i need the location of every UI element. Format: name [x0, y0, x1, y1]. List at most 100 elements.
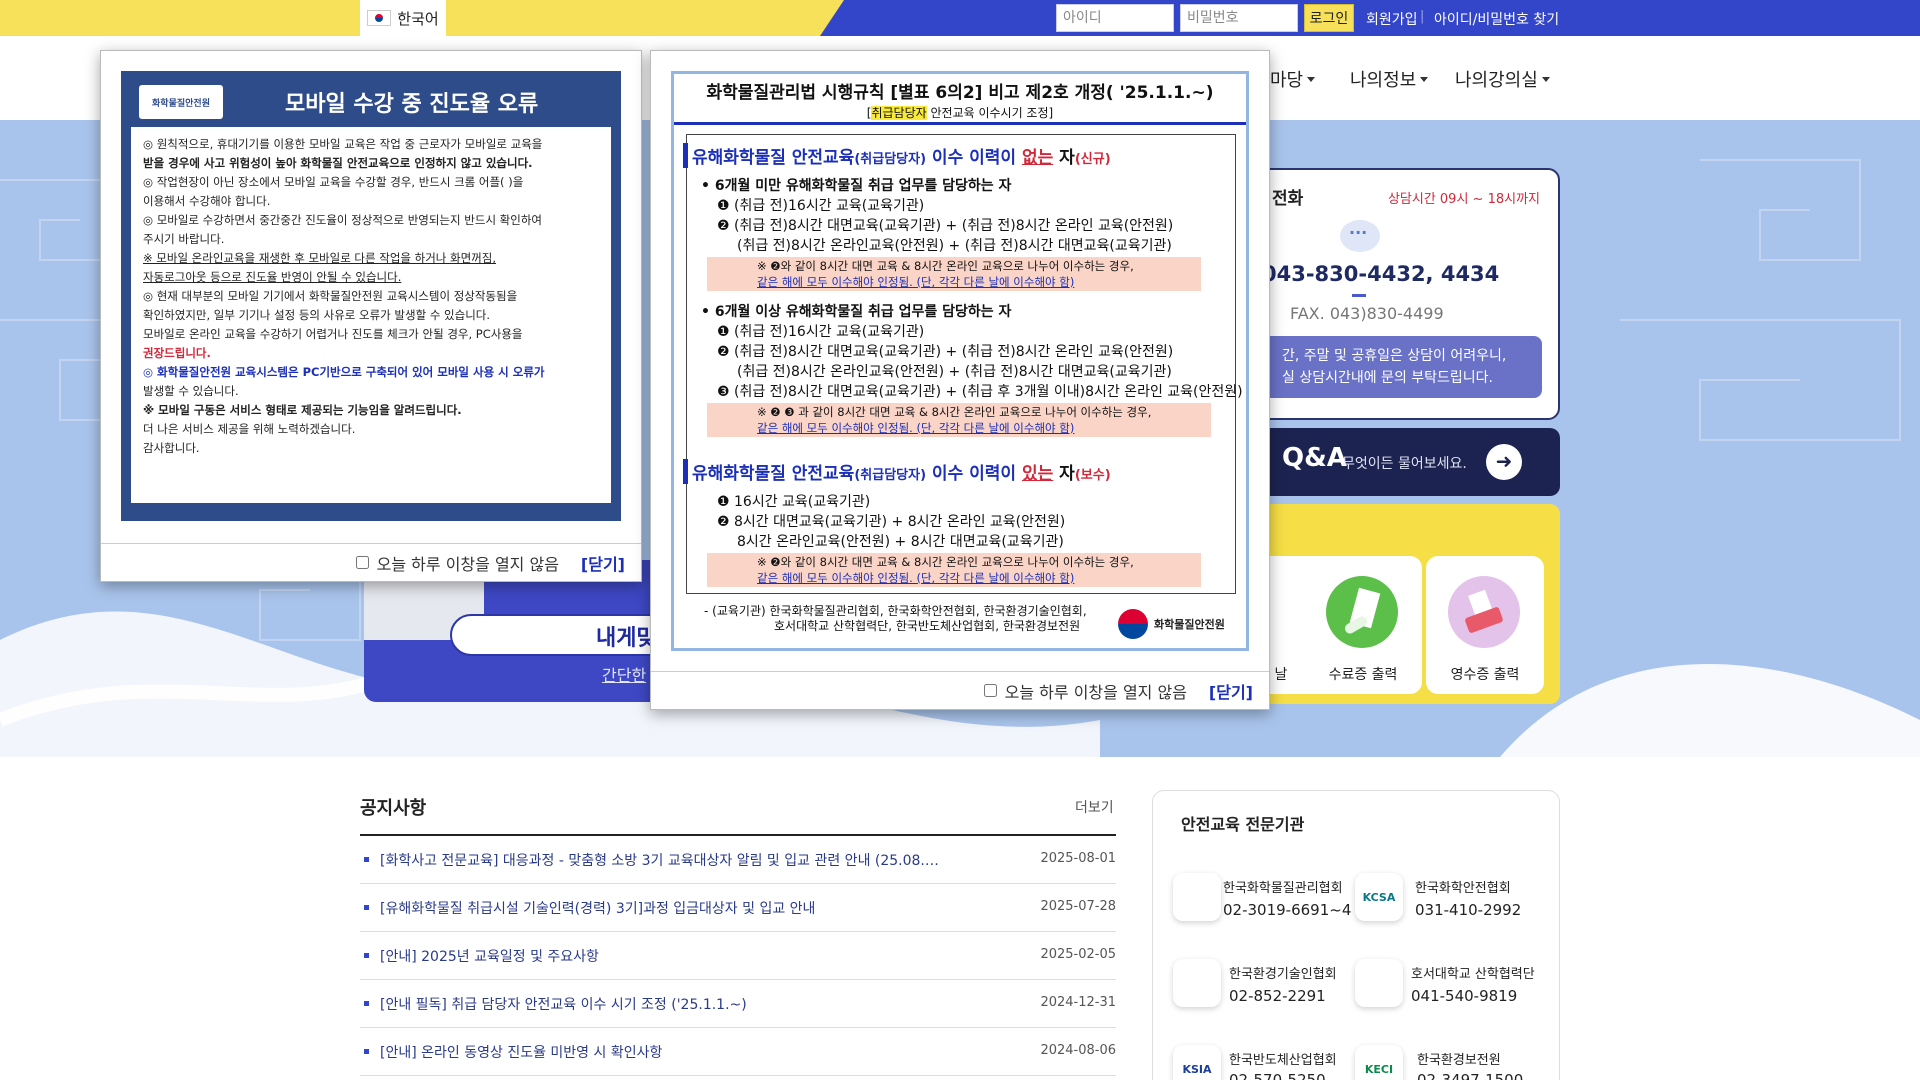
agency-logo-text: 화학물질안전원	[1154, 618, 1225, 631]
popup-subtitle: [취급담당자 안전교육 이수시기 조정]	[674, 104, 1246, 121]
notice-text[interactable]: [유해화학물질 취급시설 기술인력(경력) 3기]과정 입금대상자 및 입교 안…	[380, 898, 970, 918]
popup-line: 발생할 수 있습니다.	[143, 384, 239, 398]
institutions-title: 안전교육 전문기관	[1181, 815, 1305, 834]
institutions-line: - (교육기관) 한국화학물질관리협회, 한국화학안전협회, 한국환경기술인협회…	[704, 604, 1087, 618]
institution-logo[interactable]: KSIA	[1173, 1045, 1221, 1080]
password-input[interactable]	[1180, 4, 1298, 32]
popup-education-schedule: 화학물질관리법 시행규칙 [별표 6의2] 비고 제2호 개정( '25.1.1…	[650, 50, 1270, 710]
quick-item-receipt[interactable]: 영수증 출력	[1426, 556, 1544, 694]
consult-card: 전화 상담시간 09시 ~ 18시까지 043-830-4432, 4434 F…	[1230, 168, 1560, 420]
quick-label: 수료증 출력	[1328, 667, 1398, 683]
note-line: 같은 해에 모두 이수해야 인정됨. (단, 각각 다른 날에 이수해야 함)	[757, 571, 1075, 585]
arrow-right-icon[interactable]: ➜	[1486, 444, 1522, 480]
popup-line: 더 나은 서비스 제공을 위해 노력하겠습니다.	[143, 422, 356, 436]
language-label: 한국어	[397, 9, 439, 28]
dont-show-checkbox[interactable]	[983, 684, 997, 697]
popup-header: 화학물질안전원 모바일 수강 중 진도율 오류	[131, 81, 611, 123]
popup-line: 권장드립니다.	[143, 346, 211, 360]
popup-line: ◎ 현재 대부분의 모바일 기기에서 화학물질안전원 교육시스템이 정상작동됨을	[143, 289, 518, 303]
bullet-icon	[364, 1049, 369, 1054]
popup-line: 감사합니다.	[143, 441, 200, 455]
nav-item-board[interactable]: 마당	[1270, 66, 1316, 92]
institution-name: 한국화학안전협회	[1415, 881, 1511, 896]
signup-link[interactable]: 회원가입	[1366, 9, 1418, 29]
institution-logo[interactable]	[1173, 873, 1221, 921]
dont-show-checkbox[interactable]	[355, 556, 369, 569]
popup-line: ◎ 작업현장이 아닌 장소에서 모바일 교육을 수강할 경우, 반드시 크롬 어…	[143, 175, 524, 189]
find-account-link[interactable]: 아이디/비밀번호 찾기	[1434, 9, 1559, 29]
institution-logo[interactable]: KCSA	[1355, 873, 1403, 921]
qna-card[interactable]: Q&A 무엇이든 물어보세요. ➜	[1230, 428, 1560, 496]
institution-name: 한국환경보전원	[1417, 1053, 1501, 1068]
nav-item-my-classroom[interactable]: 나의강의실	[1455, 66, 1550, 92]
institution-name: 한국화학물질관리협회	[1223, 881, 1343, 896]
list-item[interactable]: [안내] 2025년 교육일정 및 주요사항 2025-02-05	[360, 932, 1116, 980]
institution-logo[interactable]	[1355, 959, 1403, 1007]
heading-part: 없는	[1021, 148, 1054, 168]
consult-hours: 상담시간 09시 ~ 18시까지	[1387, 192, 1540, 207]
chevron-down-icon	[1541, 76, 1550, 82]
close-button[interactable]: [닫기]	[581, 551, 625, 575]
close-button[interactable]: [닫기]	[1209, 679, 1253, 703]
notice-text[interactable]: [안내 필독] 취급 담당자 안전교육 이수 시기 조정 ('25.1.1.~)	[380, 994, 970, 1014]
chat-bubble-icon	[1340, 220, 1380, 252]
list-item[interactable]: [안내 필독] 취급 담당자 안전교육 이수 시기 조정 ('25.1.1.~)…	[360, 980, 1116, 1028]
section-heading-renewal: 유해화학물질 안전교육(취급담당자) 이수 이력이 있는 자(보수)	[683, 459, 1111, 484]
criteria-line: (취급 전)8시간 온라인교육(안전원) + (취급 전)8시간 대면교육(교육…	[737, 364, 1172, 380]
note-line: ※ ❷와 같이 8시간 대면 교육 & 8시간 온라인 교육으로 나누어 이수하…	[757, 259, 1134, 273]
certificate-icon	[1326, 576, 1398, 648]
institutions-list: - (교육기관) 한국화학물질관리협회, 한국화학안전협회, 한국환경기술인협회…	[704, 604, 1087, 634]
language-selector[interactable]: 한국어	[360, 0, 446, 36]
institution-logo[interactable]	[1173, 959, 1221, 1007]
top-separator: |	[1420, 9, 1425, 24]
popup-line: 주시기 바랍니다.	[143, 232, 225, 246]
institution-tel: 031-410-2992	[1415, 901, 1522, 919]
custom-search-sub[interactable]: 간단한	[602, 662, 646, 686]
chevron-down-icon	[1420, 76, 1429, 82]
popup-line: 확인하였지만, 일부 기기나 설정 등의 사유로 오류가 발생할 수 있습니다.	[143, 308, 491, 322]
criteria-note: ※ ❷ ❸ 과 같이 8시간 대면 교육 & 8시간 온라인 교육으로 나누어 …	[707, 403, 1211, 437]
nav-label: 나의강의실	[1455, 70, 1538, 91]
notice-text[interactable]: [화학사고 전문교육] 대응과정 - 맞춤형 소방 3기 교육대상자 알림 및 …	[380, 850, 970, 870]
criteria-note: ※ ❷와 같이 8시간 대면 교육 & 8시간 온라인 교육으로 나누어 이수하…	[707, 257, 1201, 291]
nav-item-my-info[interactable]: 나의정보	[1350, 66, 1429, 92]
notice-section-title: 공지사항	[360, 798, 427, 819]
custom-search-title: 내게맞	[596, 626, 657, 651]
notice-more-link[interactable]: 더보기	[1075, 797, 1114, 817]
criteria-line: 8시간 온라인교육(안전원) + 8시간 대면교육(교육기관)	[737, 534, 1064, 550]
chevron-down-icon	[1307, 76, 1316, 82]
institution-tel: 02-3497-1500	[1417, 1071, 1524, 1080]
korea-flag-icon	[367, 10, 392, 26]
quick-item-certificate[interactable]: 수료증 출력	[1304, 556, 1422, 694]
notice-text[interactable]: [안내] 2025년 교육일정 및 주요사항	[380, 946, 970, 966]
popup-footer: 오늘 하루 이창을 열지 않음 [닫기]	[651, 671, 1269, 709]
divider	[674, 122, 1246, 125]
login-button[interactable]: 로그인	[1304, 4, 1354, 32]
id-input[interactable]	[1056, 4, 1174, 32]
heading-part: (보수)	[1074, 468, 1111, 483]
consult-note: 간, 주말 및 공휴일은 상담이 어려우니, 실 상담시간내에 문의 부탁드립니…	[1262, 336, 1542, 398]
institution-logo[interactable]: KECI	[1355, 1045, 1403, 1080]
note-line: ※ ❷와 같이 8시간 대면 교육 & 8시간 온라인 교육으로 나누어 이수하…	[757, 555, 1134, 569]
notice-text[interactable]: [안내] 온라인 동영상 진도율 미반영 시 확인사항	[380, 1042, 970, 1062]
criteria-line: ❷ 8시간 대면교육(교육기관) + 8시간 온라인 교육(안전원)	[717, 514, 1066, 530]
popup-mobile-progress-error: 화학물질안전원 모바일 수강 중 진도율 오류 ◎ 원칙적으로, 휴대기기를 이…	[100, 50, 642, 582]
institution-tel: 02-3019-6691~4	[1223, 901, 1352, 919]
notice-date: 2024-12-31	[1040, 995, 1116, 1010]
heading-part: 유해화학물질 안전교육	[692, 464, 855, 484]
institutions-line: 호서대학교 산학협력단, 한국반도체산업협회, 한국환경보전원	[774, 619, 1081, 633]
institution-logo-text: KECI	[1364, 1062, 1394, 1076]
note-line: ※ ❷ ❸ 과 같이 8시간 대면 교육 & 8시간 온라인 교육으로 나누어 …	[757, 405, 1152, 419]
popup-table-box: 유해화학물질 안전교육(취급담당자) 이수 이력이 없는 자(신규) • 6개월…	[683, 134, 1243, 594]
list-item[interactable]: [유해화학물질 취급시설 기술인력(경력) 3기]과정 입금대상자 및 입교 안…	[360, 884, 1116, 932]
list-item[interactable]: [화학사고 전문교육] 대응과정 - 맞춤형 소방 3기 교육대상자 알림 및 …	[360, 836, 1116, 884]
dont-show-label[interactable]: 오늘 하루 이창을 열지 않음	[1005, 679, 1187, 703]
heading-part: (신규)	[1074, 152, 1111, 167]
popup-line: 모바일로 온라인 교육을 수강하기 어렵거나 진도를 체크가 안될 경우, PC…	[143, 327, 523, 341]
heading-part: (취급담당자)	[854, 152, 927, 167]
popup-body: ◎ 원칙적으로, 휴대기기를 이용한 모바일 교육은 작업 중 근로자가 모바일…	[131, 127, 611, 503]
list-item[interactable]: [안내] 온라인 동영상 진도율 미반영 시 확인사항 2024-08-06	[360, 1028, 1116, 1076]
dont-show-label[interactable]: 오늘 하루 이창을 열지 않음	[377, 551, 559, 575]
top-bar: 한국어 로그인 회원가입 | 아이디/비밀번호 찾기	[0, 0, 1920, 36]
criteria-line: ❶ 16시간 교육(교육기관)	[717, 494, 871, 510]
